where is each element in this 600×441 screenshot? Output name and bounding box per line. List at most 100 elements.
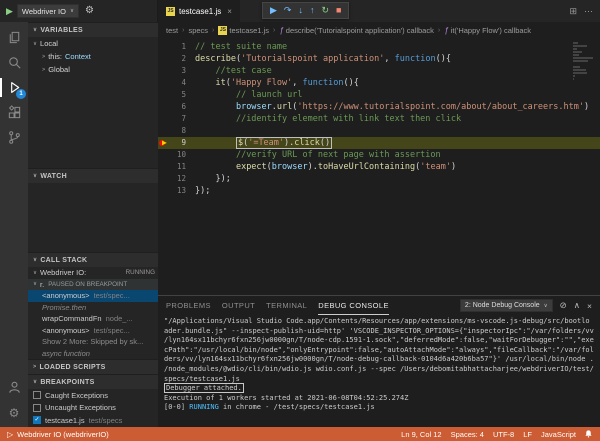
breadcrumb-separator: ›: [273, 27, 275, 34]
status-item[interactable]: Spaces: 4: [451, 430, 484, 439]
line-number: 11: [171, 161, 186, 173]
gutter-glyph[interactable]: [158, 101, 171, 113]
split-editor-icon[interactable]: ⊞: [569, 6, 577, 17]
gutter-glyph[interactable]: [158, 113, 171, 125]
gutter-glyph[interactable]: [158, 185, 171, 197]
frame-detail: test/spec...: [94, 291, 130, 300]
accounts-icon[interactable]: [0, 375, 28, 400]
code-editor[interactable]: 1// test suite name2describe('Tutorialsp…: [158, 38, 600, 295]
debug-status-item[interactable]: ▷ Webdriver IO (webdriverIO): [7, 430, 109, 439]
minimap[interactable]: [573, 42, 595, 81]
notifications-bell-icon[interactable]: [584, 429, 593, 439]
variable-row[interactable]: ∨Local: [28, 37, 158, 50]
tab-testcase1[interactable]: JS testcase1.js ×: [158, 0, 241, 22]
search-icon[interactable]: [0, 50, 28, 75]
panel-tab-problems[interactable]: PROBLEMS: [166, 296, 211, 315]
checkbox[interactable]: [33, 391, 41, 399]
status-item[interactable]: UTF-8: [493, 430, 514, 439]
start-debugging-icon[interactable]: ▶: [6, 7, 13, 16]
gutter-glyph[interactable]: [158, 125, 171, 137]
panel-tab-output[interactable]: OUTPUT: [222, 296, 255, 315]
minimap-line: [573, 72, 587, 74]
call-stack-row[interactable]: ∨r.PAUSED ON BREAKPOINT: [28, 279, 158, 291]
run-and-debug-icon[interactable]: 1: [0, 75, 28, 100]
breakpoints-section-header[interactable]: ∨ BREAKPOINTS: [28, 374, 158, 389]
debug-console-selector[interactable]: 2: Node Debug Console ∨: [460, 299, 553, 312]
breadcrumb-item[interactable]: ƒdescribe('Tutorialspoint application') …: [279, 26, 434, 35]
paused-breakpoint-glyph[interactable]: ▶: [158, 137, 171, 149]
step-over-button[interactable]: ↷: [284, 6, 292, 15]
breakpoint-label: testcase1.js: [45, 416, 85, 425]
breakpoint-label: Uncaught Exceptions: [45, 403, 116, 412]
close-panel-icon[interactable]: ×: [587, 301, 592, 311]
breadcrumb-item[interactable]: ƒit('Happy Flow') callback: [444, 26, 531, 35]
variable-row[interactable]: >Global: [28, 63, 158, 76]
clear-console-icon[interactable]: ⊘: [560, 300, 567, 311]
restart-button[interactable]: ↻: [321, 6, 329, 15]
activity-bar-bottom: ⚙: [0, 375, 28, 427]
checkbox[interactable]: ✓: [33, 416, 41, 424]
debug-badge: 1: [16, 89, 26, 99]
status-item[interactable]: JavaScript: [541, 430, 576, 439]
step-into-button[interactable]: ↓: [298, 6, 303, 15]
settings-gear-icon[interactable]: ⚙: [0, 400, 28, 425]
call-stack-row[interactable]: Promise.then: [28, 302, 158, 314]
gear-icon[interactable]: ⚙: [85, 6, 94, 16]
breakpoint-row[interactable]: ✓testcase1.jstest/specs: [28, 414, 158, 427]
line-number: 7: [171, 113, 186, 125]
gutter-glyph[interactable]: [158, 149, 171, 161]
variables-section-header[interactable]: ∨ VARIABLES: [28, 22, 158, 37]
checkbox[interactable]: [33, 404, 41, 412]
code-line: 12 });: [158, 173, 600, 185]
frame-label: wrapCommandFn: [42, 314, 102, 323]
maximize-panel-icon[interactable]: ∧: [574, 300, 580, 311]
watch-section-header[interactable]: ∨ WATCH: [28, 168, 158, 183]
gutter-glyph[interactable]: [158, 77, 171, 89]
panel-tab-debug-console[interactable]: DEBUG CONSOLE: [318, 296, 389, 315]
debug-config-dropdown[interactable]: Webdriver IO ∨: [17, 4, 79, 18]
close-icon[interactable]: ×: [227, 7, 232, 16]
watch-section: ∨ WATCH: [28, 168, 158, 252]
breadcrumb-item[interactable]: test: [166, 26, 178, 35]
status-item[interactable]: Ln 9, Col 12: [401, 430, 441, 439]
call-stack-row[interactable]: ∨Webdriver IO:RUNNING: [28, 267, 158, 279]
status-item[interactable]: LF: [523, 430, 532, 439]
breadcrumb-label: it('Happy Flow') callback: [451, 26, 531, 35]
frame-label: <anonymous>: [42, 291, 90, 300]
gutter-glyph[interactable]: [158, 89, 171, 101]
twisty-icon: ∨: [33, 257, 37, 263]
console-line: [0-0] RUNNING in chrome - /test/specs/te…: [164, 403, 594, 413]
gutter-glyph[interactable]: [158, 41, 171, 53]
gutter-glyph[interactable]: [158, 65, 171, 77]
continue-button[interactable]: ▶: [270, 6, 277, 15]
more-actions-icon[interactable]: ⋯: [584, 6, 593, 17]
call-stack-row[interactable]: <anonymous>test/spec...: [28, 325, 158, 337]
code-line: ▶9 $('=Team').click(): [158, 137, 600, 149]
variable-row[interactable]: >this:Context: [28, 50, 158, 63]
breakpoint-row[interactable]: Caught Exceptions: [28, 389, 158, 402]
minimap-line: [573, 54, 579, 56]
call-stack-row[interactable]: <anonymous> test/spec...: [28, 290, 158, 302]
debug-console-output[interactable]: "/Applications/Visual Studio Code.app/Co…: [158, 315, 600, 427]
line-number: 3: [171, 65, 186, 77]
step-out-button[interactable]: ↑: [310, 6, 315, 15]
breadcrumb-item[interactable]: specs: [188, 26, 208, 35]
panel-tab-terminal[interactable]: TERMINAL: [266, 296, 307, 315]
gutter-glyph[interactable]: [158, 53, 171, 65]
extensions-icon[interactable]: [0, 100, 28, 125]
call-stack-section-header[interactable]: ∨ CALL STACK: [28, 252, 158, 267]
gutter-glyph[interactable]: [158, 173, 171, 185]
call-stack-row[interactable]: Show 2 More: Skipped by sk...: [28, 336, 158, 348]
gutter-glyph[interactable]: [158, 161, 171, 173]
call-stack-row[interactable]: wrapCommandFnnode_...: [28, 313, 158, 325]
breakpoint-row[interactable]: Uncaught Exceptions: [28, 402, 158, 415]
code-text: $('=Team').click(): [195, 137, 332, 149]
call-stack-row[interactable]: async function: [28, 348, 158, 360]
source-control-icon[interactable]: [0, 125, 28, 150]
explorer-icon[interactable]: [0, 25, 28, 50]
variables-list: ∨Local>this:Context>Global: [28, 37, 158, 76]
breadcrumb-item[interactable]: JStestcase1.js: [218, 26, 269, 35]
loaded-scripts-section-header[interactable]: > LOADED SCRIPTS: [28, 359, 158, 374]
tab-bar: JS testcase1.js × ▶ ↷ ↓ ↑ ↻ ■ ⊞ ⋯: [158, 0, 600, 22]
stop-button[interactable]: ■: [336, 6, 341, 15]
